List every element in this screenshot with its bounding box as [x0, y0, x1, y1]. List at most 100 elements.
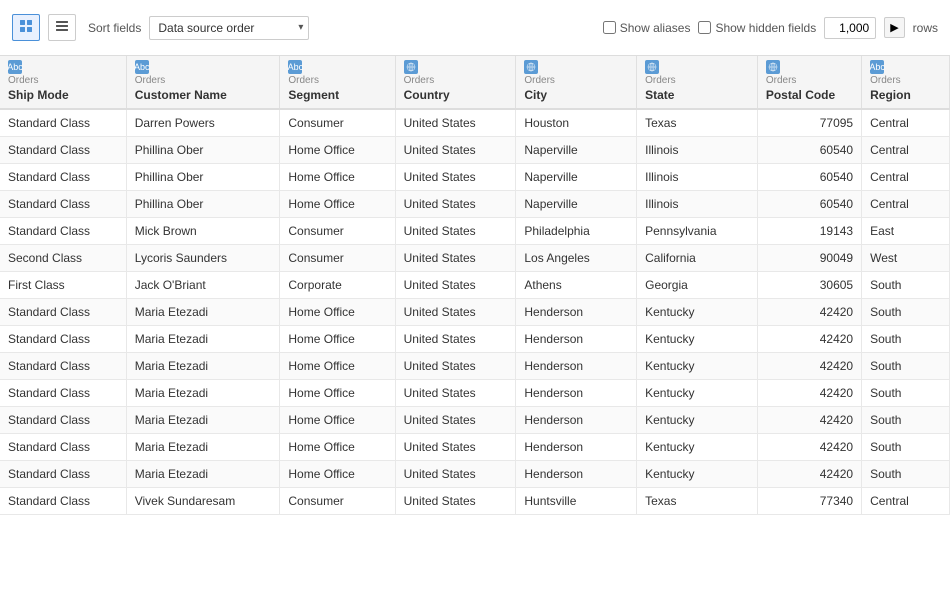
list-view-button[interactable]: [48, 14, 76, 41]
cell-ship_mode: Standard Class: [0, 380, 126, 407]
cell-region: Central: [862, 137, 950, 164]
col-header-country: Orders Country: [395, 56, 516, 109]
cell-customer_name: Maria Etezadi: [126, 380, 280, 407]
col-source-city: Orders: [524, 75, 628, 86]
col-type-icon-city: [524, 60, 538, 74]
col-header-segment: Abc Orders Segment: [280, 56, 395, 109]
cell-city: Henderson: [516, 434, 637, 461]
col-name-segment: Segment: [288, 88, 386, 102]
cell-segment: Home Office: [280, 380, 395, 407]
cell-city: Houston: [516, 109, 637, 137]
show-aliases-text: Show aliases: [620, 21, 691, 35]
toolbar: Sort fields Data source order Alphabetic…: [0, 0, 950, 56]
cell-region: South: [862, 461, 950, 488]
cell-city: Naperville: [516, 137, 637, 164]
cell-city: Huntsville: [516, 488, 637, 515]
cell-country: United States: [395, 218, 516, 245]
cell-ship_mode: Second Class: [0, 245, 126, 272]
cell-state: Texas: [637, 488, 758, 515]
cell-segment: Home Office: [280, 434, 395, 461]
cell-region: South: [862, 272, 950, 299]
table-row: Standard ClassMaria EtezadiHome OfficeUn…: [0, 461, 950, 488]
list-icon: [55, 19, 69, 33]
cell-region: West: [862, 245, 950, 272]
col-type-icon-postal: [766, 60, 780, 74]
rows-arrow-button[interactable]: ▶: [884, 17, 904, 38]
cell-city: Naperville: [516, 191, 637, 218]
grid-icon: [19, 19, 33, 33]
cell-state: Kentucky: [637, 407, 758, 434]
cell-segment: Home Office: [280, 407, 395, 434]
cell-segment: Home Office: [280, 461, 395, 488]
col-header-city: Orders City: [516, 56, 637, 109]
rows-input[interactable]: 1,000: [824, 17, 876, 39]
cell-city: Naperville: [516, 164, 637, 191]
cell-postal_code: 42420: [757, 434, 861, 461]
sort-select-wrapper: Data source order Alphabetical Manual ▾: [149, 16, 309, 40]
col-source-postal: Orders: [766, 75, 853, 86]
cell-city: Philadelphia: [516, 218, 637, 245]
cell-postal_code: 19143: [757, 218, 861, 245]
cell-customer_name: Lycoris Saunders: [126, 245, 280, 272]
cell-postal_code: 42420: [757, 326, 861, 353]
col-source-ship-mode: Orders: [8, 75, 118, 86]
table-row: Standard ClassMaria EtezadiHome OfficeUn…: [0, 299, 950, 326]
cell-customer_name: Phillina Ober: [126, 164, 280, 191]
cell-state: Kentucky: [637, 299, 758, 326]
col-name-state: State: [645, 88, 749, 102]
sort-fields-label: Sort fields: [88, 21, 141, 35]
cell-region: South: [862, 353, 950, 380]
cell-postal_code: 42420: [757, 299, 861, 326]
cell-region: South: [862, 380, 950, 407]
cell-customer_name: Mick Brown: [126, 218, 280, 245]
cell-postal_code: 42420: [757, 380, 861, 407]
cell-region: Central: [862, 109, 950, 137]
cell-customer_name: Maria Etezadi: [126, 326, 280, 353]
col-name-ship-mode: Ship Mode: [8, 88, 118, 102]
show-aliases-label[interactable]: Show aliases: [603, 21, 691, 35]
table-row: First ClassJack O'BriantCorporateUnited …: [0, 272, 950, 299]
table-row: Standard ClassMaria EtezadiHome OfficeUn…: [0, 353, 950, 380]
table-row: Standard ClassMaria EtezadiHome OfficeUn…: [0, 380, 950, 407]
cell-ship_mode: Standard Class: [0, 326, 126, 353]
cell-customer_name: Darren Powers: [126, 109, 280, 137]
cell-state: Illinois: [637, 191, 758, 218]
cell-region: Central: [862, 191, 950, 218]
cell-city: Henderson: [516, 299, 637, 326]
data-table: Abc Orders Ship Mode Abc Orders Customer…: [0, 56, 950, 515]
cell-city: Los Angeles: [516, 245, 637, 272]
cell-customer_name: Maria Etezadi: [126, 434, 280, 461]
col-header-region: Abc Orders Region: [862, 56, 950, 109]
cell-ship_mode: First Class: [0, 272, 126, 299]
grid-view-button[interactable]: [12, 14, 40, 41]
cell-country: United States: [395, 488, 516, 515]
cell-state: Kentucky: [637, 461, 758, 488]
col-type-icon-state: [645, 60, 659, 74]
cell-postal_code: 60540: [757, 137, 861, 164]
cell-region: Central: [862, 164, 950, 191]
cell-postal_code: 77340: [757, 488, 861, 515]
show-hidden-checkbox[interactable]: [698, 21, 711, 34]
cell-country: United States: [395, 407, 516, 434]
cell-country: United States: [395, 461, 516, 488]
cell-postal_code: 42420: [757, 461, 861, 488]
cell-customer_name: Vivek Sundaresam: [126, 488, 280, 515]
cell-state: Texas: [637, 109, 758, 137]
cell-state: California: [637, 245, 758, 272]
cell-state: Kentucky: [637, 326, 758, 353]
show-aliases-checkbox[interactable]: [603, 21, 616, 34]
show-hidden-label[interactable]: Show hidden fields: [698, 21, 816, 35]
col-header-customer-name: Abc Orders Customer Name: [126, 56, 280, 109]
col-name-customer-name: Customer Name: [135, 88, 272, 102]
cell-ship_mode: Standard Class: [0, 407, 126, 434]
cell-city: Henderson: [516, 353, 637, 380]
cell-city: Henderson: [516, 461, 637, 488]
rows-label: rows: [913, 21, 938, 35]
sort-select[interactable]: Data source order Alphabetical Manual: [149, 16, 309, 40]
col-name-postal: Postal Code: [766, 88, 853, 102]
cell-city: Henderson: [516, 380, 637, 407]
cell-segment: Home Office: [280, 326, 395, 353]
cell-region: South: [862, 407, 950, 434]
col-type-icon-ship-mode: Abc: [8, 60, 22, 74]
cell-ship_mode: Standard Class: [0, 353, 126, 380]
